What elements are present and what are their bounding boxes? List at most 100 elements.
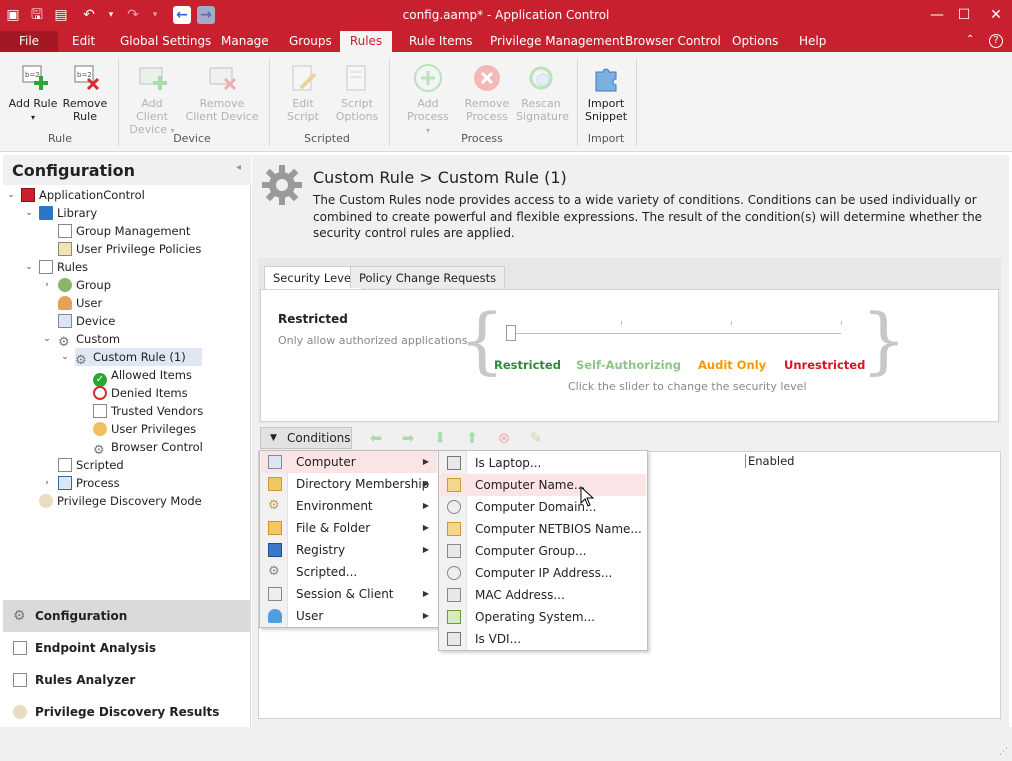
expand-arrow-icon[interactable]: ⌄	[6, 186, 16, 204]
menu-item-operating-system[interactable]: Operating System...	[440, 606, 646, 628]
edit-script-button[interactable]: Edit Script	[275, 62, 331, 123]
tree-item-group-management[interactable]: Group Management	[58, 222, 190, 240]
move-up-icon[interactable]: ⬆	[464, 430, 480, 446]
security-slider-thumb[interactable]	[506, 325, 516, 341]
menu-global-settings[interactable]: Global Settings	[120, 34, 211, 48]
expand-arrow-icon[interactable]: ⌄	[24, 204, 34, 222]
menu-rule-items[interactable]: Rule Items	[409, 34, 473, 48]
menu-item-scripted[interactable]: ⚙ Scripted...	[261, 561, 437, 583]
menu-item-registry[interactable]: Registry ▶	[261, 539, 437, 561]
menu-edit[interactable]: Edit	[72, 34, 95, 48]
remove-client-device-button[interactable]: Remove Client Device	[185, 62, 259, 123]
menu-item-file-folder[interactable]: File & Folder ▶	[261, 517, 437, 539]
maximize-button[interactable]: ☐	[951, 5, 977, 25]
tab-security-level[interactable]: Security Level	[264, 266, 364, 290]
import-snippet-button[interactable]: Import Snippet	[583, 62, 629, 123]
tree-item-user-privileges[interactable]: User Privileges	[93, 420, 196, 438]
column-header-enabled[interactable]: Enabled	[745, 454, 794, 468]
tree-item-allowed-items[interactable]: ✓ Allowed Items	[93, 366, 192, 387]
tab-policy-change-requests[interactable]: Policy Change Requests	[350, 266, 506, 288]
menu-item-session-client[interactable]: Session & Client ▶	[261, 583, 437, 605]
resize-grip-icon[interactable]: ⋰	[999, 747, 1008, 757]
privilege-discovery-results-icon	[13, 705, 27, 719]
tree-item-denied-items[interactable]: Denied Items	[93, 384, 188, 402]
tree-item-privilege-discovery-mode[interactable]: Privilege Discovery Mode	[39, 492, 202, 510]
menu-item-computer[interactable]: Computer ▶	[261, 451, 437, 473]
conditions-dropdown-button[interactable]: ▼ Conditions	[260, 427, 352, 449]
delete-condition-icon[interactable]: ⊗	[496, 430, 512, 446]
close-button[interactable]: ✕	[983, 5, 1009, 25]
edit-script-icon	[287, 62, 319, 94]
menu-rules[interactable]: Rules	[340, 31, 392, 52]
add-rule-button[interactable]: b=2 Add Rule ▾	[8, 62, 58, 124]
tree-item-rules[interactable]: Rules	[39, 258, 88, 276]
menu-item-is-laptop[interactable]: Is Laptop...	[440, 452, 646, 474]
add-process-button[interactable]: Add Process ▾	[396, 62, 460, 137]
nav-rules-analyzer[interactable]: Rules Analyzer	[3, 664, 251, 696]
menu-item-directory-membership[interactable]: Directory Membership ▶	[261, 473, 437, 495]
help-icon[interactable]: ?	[989, 34, 1003, 48]
security-slider-track[interactable]	[511, 333, 841, 334]
remove-process-button[interactable]: Remove Process	[464, 62, 510, 123]
expand-arrow-icon[interactable]: ⌄	[42, 330, 52, 348]
menu-privilege-management[interactable]: Privilege Management	[490, 34, 624, 48]
level-audit-only[interactable]: Audit Only	[698, 358, 766, 372]
registry-icon	[268, 543, 282, 557]
menu-browser-control[interactable]: Browser Control	[625, 34, 721, 48]
tree-item-user-privilege-policies[interactable]: User Privilege Policies	[58, 240, 201, 258]
tree-item-custom[interactable]: ⚙ Custom	[58, 330, 120, 350]
minimize-button[interactable]: —	[924, 5, 950, 25]
menu-item-is-vdi[interactable]: Is VDI...	[440, 628, 646, 650]
level-restricted[interactable]: Restricted	[494, 358, 561, 372]
menu-item-computer-domain[interactable]: Computer Domain...	[440, 496, 646, 518]
menu-item-computer-ip-address[interactable]: Computer IP Address...	[440, 562, 646, 584]
menu-item-computer-netbios-name[interactable]: Computer NETBIOS Name...	[440, 518, 646, 540]
level-unrestricted[interactable]: Unrestricted	[784, 358, 865, 372]
add-client-device-button[interactable]: Add Client Device ▾	[124, 62, 180, 137]
rescan-signature-button[interactable]: Rescan Signature	[516, 62, 569, 123]
tree-item-trusted-vendors[interactable]: Trusted Vendors	[93, 402, 203, 420]
collapse-arrow-icon[interactable]: ›	[42, 276, 52, 294]
right-brace-icon: }	[861, 298, 907, 382]
collapse-ribbon-icon[interactable]: ⌃	[966, 34, 974, 45]
menu-item-environment[interactable]: ⚙ Environment ▶	[261, 495, 437, 517]
expand-arrow-icon[interactable]: ⌄	[24, 258, 34, 276]
menu-manage[interactable]: Manage	[221, 34, 269, 48]
tree-item-process[interactable]: Process	[58, 474, 120, 492]
level-self-authorizing[interactable]: Self-Authorizing	[576, 358, 681, 372]
edit-condition-icon[interactable]: ✎	[528, 430, 544, 446]
submenu-arrow-icon: ▶	[422, 479, 429, 488]
tree-item-library[interactable]: Library	[39, 204, 97, 222]
menu-groups[interactable]: Groups	[289, 34, 332, 48]
menu-options[interactable]: Options	[732, 34, 778, 48]
tree-item-custom-rule-1[interactable]: ⚙ Custom Rule (1)	[75, 348, 202, 368]
computer-submenu: Is Laptop... Computer Name... Computer D…	[438, 450, 648, 651]
move-left-icon[interactable]: ⬅	[368, 430, 384, 446]
script-options-button[interactable]: Script Options	[334, 62, 380, 123]
operating-system-icon	[447, 610, 461, 624]
menu-item-computer-name[interactable]: Computer Name...	[440, 474, 646, 496]
tree-item-browser-control[interactable]: ⚙ Browser Control	[93, 438, 203, 458]
ribbon-separator	[636, 58, 637, 146]
tree-item-scripted[interactable]: Scripted	[58, 456, 124, 474]
tree-item-user[interactable]: User	[58, 294, 102, 312]
tree-item-device[interactable]: Device	[58, 312, 115, 330]
menu-help[interactable]: Help	[799, 34, 826, 48]
remove-rule-button[interactable]: b=2 Remove Rule	[62, 62, 108, 123]
menu-item-user[interactable]: User ▶	[261, 605, 437, 627]
expand-arrow-icon[interactable]: ⌄	[60, 348, 70, 366]
menu-file[interactable]: File	[0, 31, 58, 52]
submenu-arrow-icon: ▶	[422, 611, 429, 620]
move-right-icon[interactable]: ➡	[400, 430, 416, 446]
menu-item-computer-group[interactable]: Computer Group...	[440, 540, 646, 562]
collapse-panel-icon[interactable]: ◂	[236, 162, 241, 173]
menu-item-mac-address[interactable]: MAC Address...	[440, 584, 646, 606]
nav-configuration[interactable]: ⚙ Configuration	[3, 600, 251, 632]
nav-endpoint-analysis[interactable]: Endpoint Analysis	[3, 632, 251, 664]
tree-item-group[interactable]: Group	[58, 276, 111, 294]
nav-privilege-discovery-results[interactable]: Privilege Discovery Results	[3, 696, 251, 728]
collapse-arrow-icon[interactable]: ›	[42, 474, 52, 492]
tree-item-application-control[interactable]: ApplicationControl	[21, 186, 145, 204]
submenu-arrow-icon: ▶	[422, 589, 429, 598]
move-down-icon[interactable]: ⬇	[432, 430, 448, 446]
